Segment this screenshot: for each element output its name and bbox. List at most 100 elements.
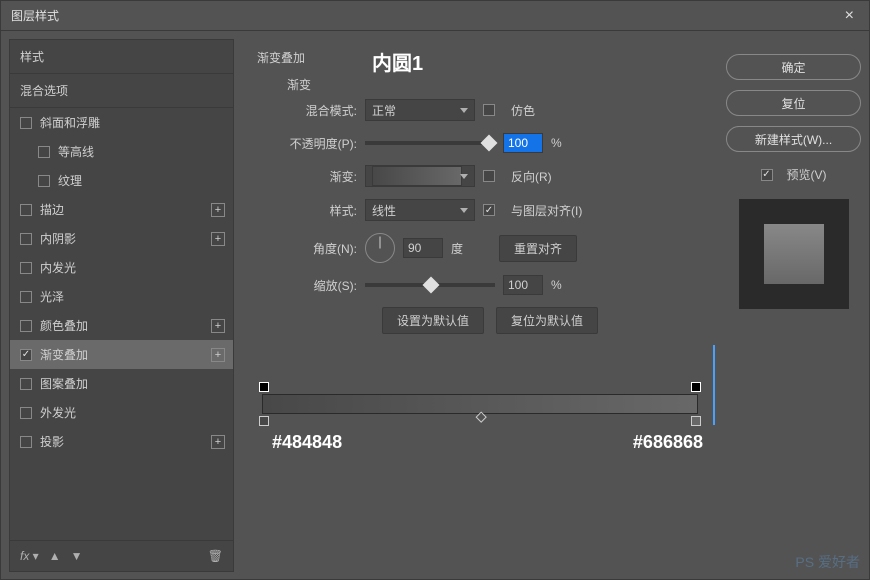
new-style-button[interactable]: 新建样式(W)...	[726, 126, 861, 152]
angle-dial[interactable]	[365, 233, 395, 263]
sidebar-item-stroke[interactable]: 描边+	[10, 195, 233, 224]
move-up-icon[interactable]: ▲	[49, 549, 61, 563]
color-stop-right[interactable]	[691, 416, 701, 426]
sidebar-item-label: 外发光	[40, 404, 76, 421]
align-checkbox[interactable]	[483, 204, 495, 216]
sidebar-item-satin[interactable]: 光泽	[10, 282, 233, 311]
ok-button[interactable]: 确定	[726, 54, 861, 80]
preview-checkbox[interactable]	[761, 169, 773, 181]
plus-icon[interactable]: +	[211, 319, 225, 333]
sidebar-item-inner-shadow[interactable]: 内阴影+	[10, 224, 233, 253]
sidebar-item-label: 图案叠加	[40, 375, 88, 392]
plus-icon[interactable]: +	[211, 203, 225, 217]
sidebar-item-contour[interactable]: 等高线	[10, 137, 233, 166]
checkbox-icon[interactable]	[20, 291, 32, 303]
preview-row: 预览(V)	[726, 166, 861, 183]
slider-thumb-icon[interactable]	[423, 277, 440, 294]
sidebar-item-texture[interactable]: 纹理	[10, 166, 233, 195]
checkbox-icon[interactable]	[20, 320, 32, 332]
sidebar-item-label: 光泽	[40, 288, 64, 305]
color-stop-left[interactable]	[259, 416, 269, 426]
titlebar: 图层样式 ×	[1, 1, 869, 31]
checkbox-icon[interactable]	[20, 233, 32, 245]
move-down-icon[interactable]: ▼	[71, 549, 83, 563]
sidebar-item-drop-shadow[interactable]: 投影 +	[10, 427, 233, 456]
gradient-fieldset: 渐变 混合模式: 正常 仿色 不透明度(P): % 渐变:	[257, 70, 703, 344]
sidebar-footer: fx ▾ ▲ ▼ 🗑	[10, 540, 233, 571]
section-title: 渐变叠加	[257, 49, 703, 66]
sidebar-item-label: 内发光	[40, 259, 76, 276]
style-label: 样式:	[277, 202, 357, 219]
checkbox-icon[interactable]	[20, 378, 32, 390]
plus-icon[interactable]: +	[211, 232, 225, 246]
blend-mode-label: 混合模式:	[277, 102, 357, 119]
preview-swatch	[764, 224, 824, 284]
sidebar-item-gradient-overlay[interactable]: 渐变叠加 +	[10, 340, 233, 369]
reverse-checkbox[interactable]	[483, 170, 495, 182]
sidebar-item-label: 渐变叠加	[40, 346, 88, 363]
sidebar-header-blend[interactable]: 混合选项	[10, 74, 233, 108]
set-default-button[interactable]: 设置为默认值	[382, 307, 484, 334]
sidebar-header-styles[interactable]: 样式	[10, 40, 233, 74]
layer-style-window: 图层样式 × 样式 混合选项 斜面和浮雕 等高线 纹理 描边+ 内阴影+ 内发光…	[0, 0, 870, 580]
opacity-stop-right[interactable]	[691, 382, 701, 392]
close-icon[interactable]: ×	[840, 7, 859, 25]
degree-label: 度	[451, 240, 463, 257]
guide-line	[713, 345, 715, 425]
opacity-slider[interactable]	[365, 141, 495, 145]
watermark: PS 爱好者	[795, 552, 860, 572]
checkbox-icon[interactable]	[38, 175, 50, 187]
default-buttons-row: 设置为默认值 复位为默认值	[277, 307, 703, 334]
checkbox-icon[interactable]	[20, 117, 32, 129]
sidebar-item-inner-glow[interactable]: 内发光	[10, 253, 233, 282]
main-panel: 渐变叠加 内圆1 渐变 混合模式: 正常 仿色 不透明度(P): % 渐变:	[242, 39, 718, 572]
sidebar-item-label: 投影	[40, 433, 64, 450]
right-panel: 确定 复位 新建样式(W)... 预览(V)	[726, 39, 861, 572]
sidebar-item-label: 等高线	[58, 143, 94, 160]
gradient-editor: #484848 #686868	[257, 374, 703, 464]
scale-input[interactable]	[503, 275, 543, 295]
dither-label: 仿色	[511, 102, 535, 119]
gradient-label: 渐变:	[277, 168, 357, 185]
blend-mode-dropdown[interactable]: 正常	[365, 99, 475, 121]
plus-icon[interactable]: +	[211, 435, 225, 449]
opacity-input[interactable]	[503, 133, 543, 153]
preview-box	[739, 199, 849, 309]
slider-thumb-icon[interactable]	[481, 135, 498, 152]
scale-row: 缩放(S): %	[277, 275, 703, 295]
opacity-stop-left[interactable]	[259, 382, 269, 392]
fx-menu-icon[interactable]: fx ▾	[20, 549, 39, 563]
reset-button[interactable]: 复位	[726, 90, 861, 116]
reset-default-button[interactable]: 复位为默认值	[496, 307, 598, 334]
checkbox-icon[interactable]	[20, 262, 32, 274]
sidebar-item-color-overlay[interactable]: 颜色叠加 +	[10, 311, 233, 340]
preview-label: 预览(V)	[787, 166, 827, 183]
angle-label: 角度(N):	[277, 240, 357, 257]
plus-icon[interactable]: +	[211, 348, 225, 362]
checkbox-icon[interactable]	[20, 349, 32, 361]
align-label: 与图层对齐(I)	[511, 202, 582, 219]
angle-input[interactable]	[403, 238, 443, 258]
sidebar-item-bevel[interactable]: 斜面和浮雕	[10, 108, 233, 137]
checkbox-icon[interactable]	[20, 436, 32, 448]
opacity-label: 不透明度(P):	[277, 135, 357, 152]
color-right-label: #686868	[633, 432, 703, 453]
sidebar-item-label: 颜色叠加	[40, 317, 88, 334]
sidebar-item-outer-glow[interactable]: 外发光	[10, 398, 233, 427]
reset-align-button[interactable]: 重置对齐	[499, 235, 577, 262]
blend-mode-row: 混合模式: 正常 仿色	[277, 99, 703, 121]
scale-slider[interactable]	[365, 283, 495, 287]
trash-icon[interactable]: 🗑	[208, 549, 223, 563]
gradient-picker[interactable]	[365, 165, 475, 187]
opacity-row: 不透明度(P): %	[277, 133, 703, 153]
checkbox-icon[interactable]	[20, 407, 32, 419]
sidebar-item-pattern-overlay[interactable]: 图案叠加	[10, 369, 233, 398]
percent-label: %	[551, 278, 562, 292]
checkbox-icon[interactable]	[20, 204, 32, 216]
style-dropdown[interactable]: 线性	[365, 199, 475, 221]
overlay-layer-name: 内圆1	[372, 47, 423, 76]
checkbox-icon[interactable]	[38, 146, 50, 158]
dither-checkbox[interactable]	[483, 104, 495, 116]
angle-row: 角度(N): 度 重置对齐	[277, 233, 703, 263]
gradient-row: 渐变: 反向(R)	[277, 165, 703, 187]
